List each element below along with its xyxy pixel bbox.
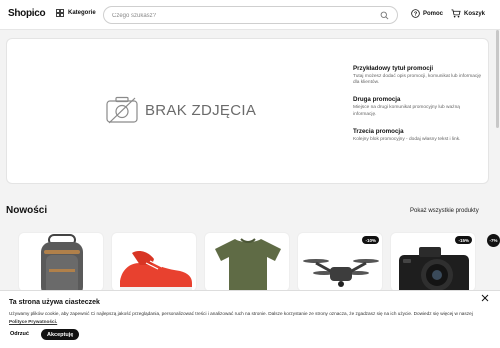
promo-item[interactable]: Przykładowy tytuł promocji Tutaj możesz …: [353, 65, 483, 86]
categories-button[interactable]: Kategorie: [56, 9, 96, 17]
grid-icon: [56, 9, 64, 17]
categories-label: Kategorie: [68, 10, 96, 16]
help-label: Pomoc: [423, 10, 444, 17]
accept-button[interactable]: Akceptuję: [41, 329, 80, 340]
promo-description: Kolejny blok promocyjny - dodaj własny t…: [353, 136, 461, 142]
help-link[interactable]: ? Pomoc: [411, 9, 443, 18]
promo-title: Trzecia promocja: [353, 127, 404, 135]
promo-title: Przykładowy tytuł promocji: [353, 65, 434, 72]
discount-badge: -7%: [487, 234, 500, 247]
promo-title: Druga promocja: [353, 96, 401, 104]
product-card[interactable]: [111, 232, 197, 292]
discount-badge: -10%: [362, 236, 379, 244]
search-bar: [103, 6, 398, 24]
section-title: Nowości: [6, 205, 48, 216]
backpack-image: [41, 234, 83, 291]
hero-banner: BRAK ZDJĘCIA Przykładowy tytuł promocji …: [6, 38, 489, 184]
show-all-link[interactable]: Pokaż wszystkie produkty: [410, 208, 479, 214]
logo[interactable]: Shopico: [8, 8, 46, 19]
product-card[interactable]: -15%: [390, 232, 476, 292]
promo-description: Miejsce na drugi komunikat promocyjny lu…: [353, 105, 460, 117]
scrollbar[interactable]: [496, 30, 499, 128]
search-input[interactable]: [112, 10, 372, 21]
close-icon[interactable]: [481, 294, 489, 302]
cart-link[interactable]: Koszyk: [451, 9, 485, 18]
cookie-text: Używamy plików cookie, aby zapewnić Ci n…: [9, 310, 479, 326]
no-photo-text: BRAK ZDJĘCIA: [145, 101, 257, 119]
top-header: Shopico Kategorie ? Pomoc Koszyk: [0, 0, 500, 30]
no-photo-icon: [106, 96, 138, 124]
promo-item[interactable]: Druga promocja Miejsce na drugi komunika…: [353, 96, 483, 117]
promo-list: Przykładowy tytuł promocji Tutaj możesz …: [353, 65, 483, 153]
reject-button[interactable]: Odrzuć: [10, 331, 29, 337]
promo-description: Tutaj możesz dodać opis promocji, komuni…: [353, 74, 482, 86]
cookie-banner: Ta strona używa ciasteczek Używamy plikó…: [0, 290, 500, 348]
product-card[interactable]: [204, 232, 290, 292]
cookie-title: Ta strona używa ciasteczek: [9, 299, 100, 306]
no-photo-placeholder: BRAK ZDJĘCIA: [105, 95, 256, 125]
tshirt-image: [215, 238, 281, 291]
cart-label: Koszyk: [464, 10, 486, 17]
product-card[interactable]: [18, 232, 104, 292]
help-icon: ?: [411, 9, 420, 18]
privacy-policy-link[interactable]: Polityce Prywatności.: [9, 319, 57, 324]
sneaker-image: [120, 251, 192, 291]
discount-badge: -15%: [455, 236, 472, 244]
svg-text:?: ?: [414, 11, 417, 17]
search-icon[interactable]: [380, 11, 389, 20]
cart-icon: [451, 9, 461, 18]
cookie-description: Używamy plików cookie, aby zapewnić Ci n…: [9, 311, 473, 316]
product-card[interactable]: -10%: [297, 232, 383, 292]
product-carousel: -10% -15% -7%: [6, 232, 500, 292]
promo-item[interactable]: Trzecia promocja Kolejny blok promocyjny…: [353, 128, 483, 143]
